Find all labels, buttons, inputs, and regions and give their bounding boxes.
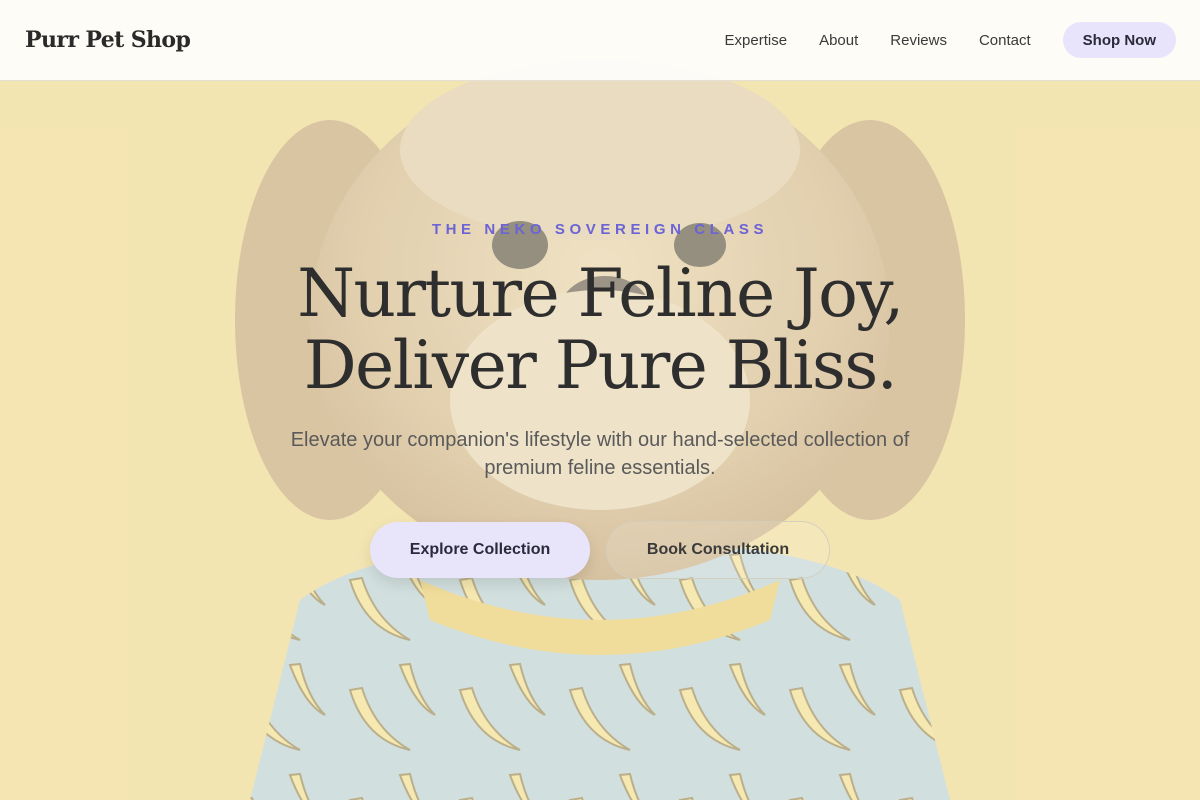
hero-headline-line-2: Deliver Pure Bliss. <box>303 327 898 404</box>
book-consultation-button[interactable]: Book Consultation <box>606 521 830 579</box>
hero-cta-group: Explore Collection Book Consultation <box>0 521 1200 579</box>
hero-section: THE NEKO SOVEREIGN CLASS Nurture Feline … <box>0 0 1200 800</box>
hero-eyebrow: THE NEKO SOVEREIGN CLASS <box>431 221 769 238</box>
hero-subtitle: Elevate your companion's lifestyle with … <box>290 429 910 479</box>
explore-collection-button[interactable]: Explore Collection <box>370 522 590 578</box>
hero-headline-line-1: Nurture Feline Joy, <box>297 255 904 332</box>
hero-headline: Nurture Feline Joy, Deliver Pure Bliss. <box>0 258 1200 402</box>
